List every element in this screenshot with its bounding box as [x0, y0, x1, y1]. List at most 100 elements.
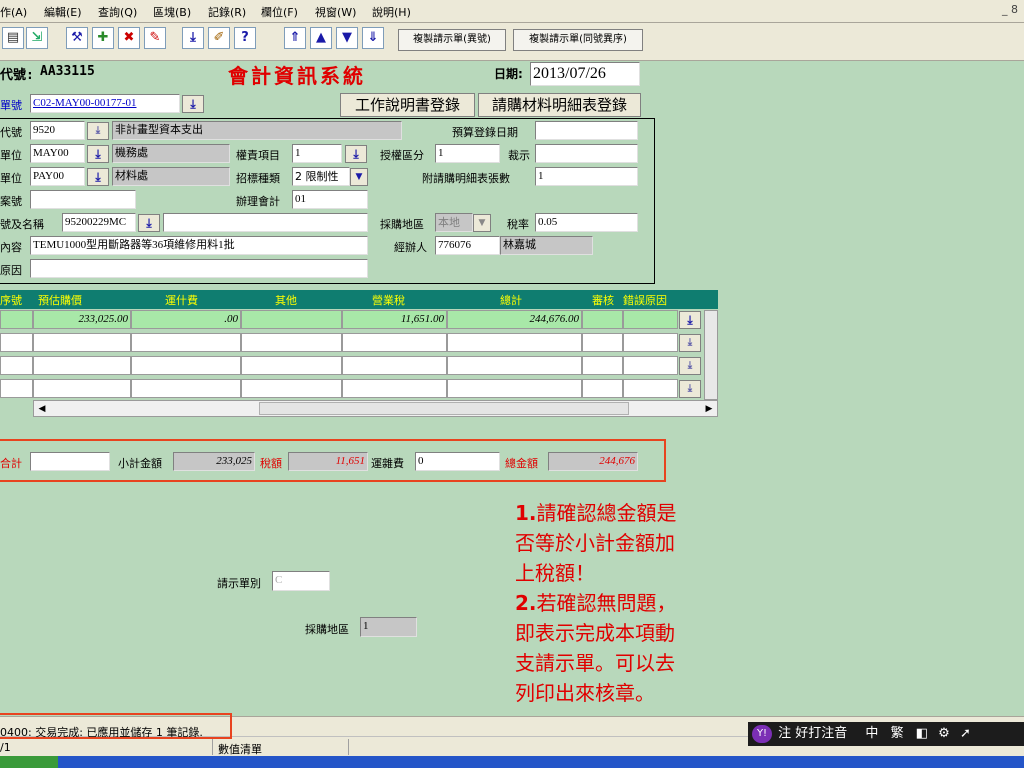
- menu-block[interactable]: 區塊(B): [153, 4, 191, 20]
- copy-diff-button[interactable]: 複製請示單(異號): [398, 29, 506, 51]
- freight-cell[interactable]: [131, 356, 241, 375]
- menu-action[interactable]: 作(A): [0, 4, 27, 20]
- horizontal-scrollbar[interactable]: ◀ ▶: [33, 400, 718, 417]
- start-button[interactable]: [0, 756, 58, 768]
- freight-cell[interactable]: [131, 333, 241, 352]
- order-no-field[interactable]: C02-MAY00-00177-01: [30, 94, 180, 113]
- ime-label[interactable]: 注 好打注音: [778, 726, 847, 741]
- case-field[interactable]: [30, 190, 136, 209]
- scroll-thumb[interactable]: [259, 402, 629, 415]
- est-price-cell[interactable]: [33, 333, 131, 352]
- tool-icon[interactable]: ⚒: [66, 27, 88, 49]
- proc-area-select[interactable]: 本地: [435, 213, 473, 232]
- handler-id-field[interactable]: 776076: [435, 236, 500, 255]
- budget-date-field[interactable]: [535, 121, 638, 140]
- audit-cell[interactable]: [582, 379, 623, 398]
- attach-count-field[interactable]: 1: [535, 167, 638, 186]
- ime-fullwidth-icon[interactable]: ◧: [916, 726, 928, 741]
- copy-same-button[interactable]: 複製請示單(同號異序): [513, 29, 643, 51]
- work-spec-button[interactable]: 工作說明書登錄: [340, 93, 475, 117]
- tax-cell[interactable]: [342, 333, 447, 352]
- item-name-field[interactable]: [163, 213, 368, 232]
- freight-cell[interactable]: [131, 379, 241, 398]
- scroll-right-icon[interactable]: ▶: [702, 403, 716, 415]
- code-lookup-icon[interactable]: ⤓: [87, 122, 109, 140]
- error-cell[interactable]: [623, 379, 678, 398]
- window-controls[interactable]: _ 8: [1002, 3, 1018, 16]
- tax-rate-field[interactable]: 0.05: [535, 213, 638, 232]
- row4-lookup-icon[interactable]: ⤓: [679, 380, 701, 398]
- audit-cell[interactable]: [582, 333, 623, 352]
- download-icon[interactable]: ⤓: [182, 27, 204, 49]
- date-field[interactable]: 2013/07/26: [530, 62, 640, 86]
- auth-item-field[interactable]: 1: [292, 144, 342, 163]
- scroll-left-icon[interactable]: ◀: [35, 403, 49, 415]
- auth-item-lookup-icon[interactable]: ⤓: [345, 145, 367, 163]
- total-cell[interactable]: [447, 356, 582, 375]
- est-price-cell[interactable]: [33, 379, 131, 398]
- total-cell[interactable]: [447, 333, 582, 352]
- row-seq-cell[interactable]: [0, 333, 33, 352]
- menu-window[interactable]: 視窗(W): [315, 4, 356, 20]
- unit2-field[interactable]: PAY00: [30, 167, 85, 186]
- audit-cell[interactable]: [582, 310, 623, 329]
- ime-mode-chinese[interactable]: 中: [865, 726, 878, 741]
- menu-field[interactable]: 欄位(F): [261, 4, 298, 20]
- row-seq-cell[interactable]: [0, 310, 33, 329]
- proc-area-dropdown-icon[interactable]: ▼: [473, 214, 491, 232]
- unit1-field[interactable]: MAY00: [30, 144, 85, 163]
- help-icon[interactable]: ?: [234, 27, 256, 49]
- menu-help[interactable]: 說明(H): [372, 4, 411, 20]
- total-cell[interactable]: [447, 379, 582, 398]
- tax-cell[interactable]: 11,651.00: [342, 310, 447, 329]
- auth-area-field[interactable]: 1: [435, 144, 500, 163]
- other-cell[interactable]: [241, 379, 342, 398]
- bid-type-dropdown-icon[interactable]: ▼: [350, 168, 368, 186]
- code-field[interactable]: 9520: [30, 121, 85, 140]
- row-seq-cell[interactable]: [0, 379, 33, 398]
- bid-type-select[interactable]: 2 限制性: [292, 167, 350, 186]
- item-no-lookup-icon[interactable]: ⤓: [138, 214, 160, 232]
- reason-field[interactable]: [30, 259, 368, 278]
- delete-record-icon[interactable]: ✖: [118, 27, 140, 49]
- error-cell[interactable]: [623, 333, 678, 352]
- ruling-field[interactable]: [535, 144, 638, 163]
- vertical-scrollbar[interactable]: [704, 310, 718, 400]
- freight-field[interactable]: 0: [415, 452, 500, 471]
- order-no-lookup-icon[interactable]: ⤓: [182, 95, 204, 113]
- first-record-icon[interactable]: ⇑: [284, 27, 306, 49]
- other-cell[interactable]: [241, 356, 342, 375]
- last-record-icon[interactable]: ⇓: [362, 27, 384, 49]
- edit-icon[interactable]: ✐: [208, 27, 230, 49]
- add-record-icon[interactable]: ✚: [92, 27, 114, 49]
- exit-icon[interactable]: ⇲: [26, 27, 48, 49]
- item-no-field[interactable]: 95200229MC: [62, 213, 136, 232]
- error-cell[interactable]: [623, 310, 678, 329]
- error-cell[interactable]: [623, 356, 678, 375]
- ime-tool-icon[interactable]: ➚: [960, 726, 971, 741]
- yahoo-icon[interactable]: Y!: [752, 725, 772, 743]
- tax-cell[interactable]: [342, 356, 447, 375]
- acct-field[interactable]: 01: [292, 190, 368, 209]
- est-price-cell[interactable]: 233,025.00: [33, 310, 131, 329]
- other-cell[interactable]: [241, 310, 342, 329]
- ime-mode-traditional[interactable]: 繁: [891, 726, 904, 741]
- clear-icon[interactable]: ✎: [144, 27, 166, 49]
- row1-lookup-icon[interactable]: ⤓: [679, 311, 701, 329]
- menu-edit[interactable]: 編輯(E): [44, 4, 82, 20]
- row2-lookup-icon[interactable]: ⤓: [679, 334, 701, 352]
- content-field[interactable]: TEMU1000型用斷路器等36項維修用料1批: [30, 236, 368, 255]
- order-type-field[interactable]: C: [272, 571, 330, 591]
- printer-icon[interactable]: ▤: [2, 27, 24, 49]
- next-record-icon[interactable]: ▼: [336, 27, 358, 49]
- freight-cell[interactable]: .00: [131, 310, 241, 329]
- other-cell[interactable]: [241, 333, 342, 352]
- menu-query[interactable]: 查詢(Q): [98, 4, 137, 20]
- menu-record[interactable]: 記錄(R): [208, 4, 246, 20]
- prev-record-icon[interactable]: ▲: [310, 27, 332, 49]
- est-price-cell[interactable]: [33, 356, 131, 375]
- total-cell[interactable]: 244,676.00: [447, 310, 582, 329]
- tax-cell[interactable]: [342, 379, 447, 398]
- audit-cell[interactable]: [582, 356, 623, 375]
- ime-toolbar[interactable]: Y! 注 好打注音 中 繁 ◧ ⚙ ➚: [748, 722, 1024, 746]
